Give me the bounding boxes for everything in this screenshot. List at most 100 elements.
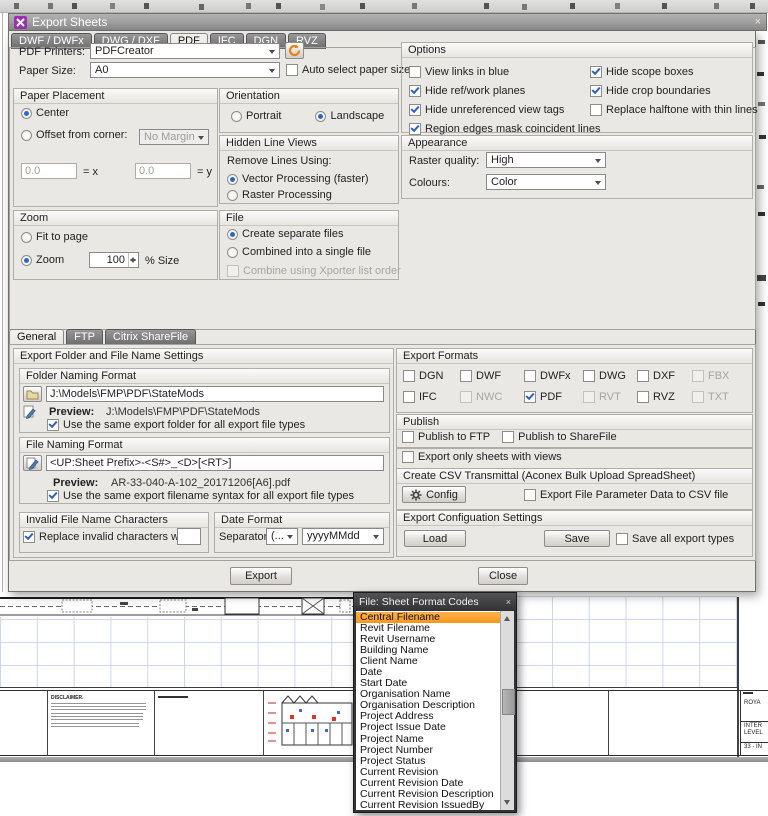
format-checkbox[interactable]: NWC bbox=[460, 391, 524, 403]
scrollbar-thumb[interactable] bbox=[502, 689, 515, 715]
popup-close-icon[interactable]: × bbox=[506, 597, 511, 607]
format-checkbox[interactable]: FBX bbox=[692, 370, 736, 382]
radio-option[interactable]: Zoom bbox=[21, 254, 88, 266]
close-icon[interactable]: × bbox=[755, 16, 761, 28]
format-code-item[interactable]: Project Name bbox=[356, 734, 502, 745]
dialog-title: Export Sheets bbox=[32, 15, 107, 29]
radio-option[interactable]: Raster Processing bbox=[227, 189, 369, 201]
export-only-checkbox[interactable]: Export only sheets with views bbox=[402, 451, 562, 463]
format-code-item[interactable]: Current Revision IssuedBy bbox=[356, 800, 502, 810]
radio-label: Center bbox=[36, 107, 69, 119]
radio-option[interactable]: Vector Processing (faster) bbox=[227, 173, 369, 185]
combo-value: A0 bbox=[95, 64, 108, 76]
save-all-checkbox[interactable]: Save all export types bbox=[616, 533, 734, 545]
spin-down-icon[interactable] bbox=[129, 260, 138, 267]
separator-combo[interactable]: (... bbox=[266, 528, 298, 545]
format-checkbox[interactable]: RVT bbox=[583, 391, 637, 403]
format-code-item[interactable]: Central Filename bbox=[356, 612, 502, 623]
scroll-down-icon[interactable] bbox=[501, 799, 514, 810]
format-code-item[interactable]: Start Date bbox=[356, 678, 502, 689]
radio-label: Offset from corner: bbox=[36, 129, 128, 141]
hidden-line-radios: Vector Processing (faster) Raster Process… bbox=[227, 173, 369, 201]
format-code-item[interactable]: Building Name bbox=[356, 645, 502, 656]
format-checkbox[interactable]: TXT bbox=[692, 391, 736, 403]
format-code-item[interactable]: Organisation Description bbox=[356, 700, 502, 711]
format-code-item[interactable]: Project Number bbox=[356, 745, 502, 756]
radio-option[interactable]: Fit to page bbox=[21, 231, 88, 243]
settings-tab[interactable]: General bbox=[9, 329, 64, 345]
format-checkbox[interactable]: DGN bbox=[403, 370, 460, 382]
checkbox-box bbox=[227, 265, 239, 277]
combo-value: yyyyMMdd bbox=[307, 530, 360, 542]
settings-tab[interactable]: FTP bbox=[66, 329, 103, 345]
format-code-item[interactable]: Date bbox=[356, 667, 502, 678]
radio-option[interactable]: Landscape bbox=[315, 110, 384, 122]
option-checkbox[interactable]: Hide crop boundaries bbox=[590, 85, 758, 97]
csv-param-checkbox[interactable]: Export File Parameter Data to CSV file bbox=[524, 489, 728, 501]
pdf-printer-combo[interactable]: PDFCreator bbox=[90, 43, 280, 59]
raster-quality-combo[interactable]: High bbox=[486, 152, 606, 168]
format-code-item[interactable]: Client Name bbox=[356, 656, 502, 667]
format-code-item[interactable]: Project Status bbox=[356, 756, 502, 767]
format-checkbox[interactable]: DWG bbox=[583, 370, 637, 382]
format-checkbox[interactable]: DXF bbox=[637, 370, 692, 382]
same-folder-checkbox[interactable]: Use the same export folder for all expor… bbox=[47, 419, 305, 431]
radio-option[interactable]: Combined into a single file bbox=[227, 246, 371, 258]
format-code-item[interactable]: Organisation Name bbox=[356, 689, 502, 700]
spinner-arrows[interactable] bbox=[128, 253, 138, 267]
settings-tab[interactable]: Citrix ShareFile bbox=[105, 329, 196, 345]
replacement-char-input[interactable] bbox=[177, 528, 201, 545]
browse-folder-button[interactable] bbox=[23, 386, 42, 402]
auto-select-paper-checkbox[interactable]: Auto select paper size bbox=[286, 64, 410, 76]
scroll-up-icon[interactable] bbox=[501, 611, 514, 622]
settings-tab-strip: GeneralFTPCitrix ShareFile bbox=[9, 329, 196, 345]
format-checkbox[interactable]: DWFx bbox=[524, 370, 583, 382]
replace-invalid-checkbox[interactable]: Replace invalid characters with: bbox=[23, 531, 194, 543]
group-title: Folder Naming Format bbox=[20, 369, 389, 384]
option-checkbox[interactable]: Hide ref/work planes bbox=[409, 85, 590, 97]
config-button[interactable]: Config bbox=[402, 486, 466, 503]
close-button[interactable]: Close bbox=[478, 567, 528, 585]
dialog-titlebar[interactable]: Export Sheets × bbox=[8, 13, 767, 31]
save-button[interactable]: Save bbox=[544, 530, 610, 547]
titleblock-divider bbox=[263, 691, 264, 755]
format-checkbox[interactable]: RVZ bbox=[637, 391, 692, 403]
format-code-item[interactable]: Project Address bbox=[356, 711, 502, 722]
load-button[interactable]: Load bbox=[404, 530, 466, 547]
format-code-item[interactable]: Revit Filename bbox=[356, 623, 502, 634]
option-checkbox[interactable]: Hide unreferenced view tags bbox=[409, 104, 590, 116]
colours-combo[interactable]: Color bbox=[486, 174, 606, 190]
option-checkbox[interactable]: Region edges mask coincident lines bbox=[409, 123, 590, 135]
combo-value: PDFCreator bbox=[95, 45, 154, 57]
format-code-item[interactable]: Revit Username bbox=[356, 634, 502, 645]
format-code-item[interactable]: Current Revision Date bbox=[356, 778, 502, 789]
radio-option[interactable]: Portrait bbox=[231, 110, 281, 122]
popup-scrollbar[interactable] bbox=[500, 611, 514, 810]
format-code-item[interactable]: Current Revision bbox=[356, 767, 502, 778]
radio-option[interactable]: Create separate files bbox=[227, 228, 371, 240]
radio-option[interactable]: Center bbox=[21, 107, 128, 119]
option-checkbox[interactable]: Replace halftone with thin lines bbox=[590, 104, 758, 116]
option-checkbox[interactable]: View links in blue bbox=[409, 66, 590, 78]
date-pattern-combo[interactable]: yyyyMMdd bbox=[302, 528, 384, 545]
filename-syntax-input[interactable]: <UP:Sheet Prefix>-<S#>_<D>[<RT>] bbox=[46, 455, 384, 471]
format-checkbox[interactable]: DWF bbox=[460, 370, 524, 382]
format-checkbox[interactable]: IFC bbox=[403, 391, 460, 403]
export-button[interactable]: Export bbox=[230, 567, 292, 585]
zoom-percent-stepper[interactable]: 100 bbox=[89, 252, 139, 268]
format-code-item[interactable]: Project Issue Date bbox=[356, 722, 502, 733]
option-checkbox[interactable]: Hide scope boxes bbox=[590, 66, 758, 78]
format-checkbox[interactable]: PDF bbox=[524, 391, 583, 403]
publish-checkbox[interactable]: Publish to ShareFile bbox=[502, 431, 616, 443]
popup-titlebar[interactable]: File: Sheet Format Codes × bbox=[354, 593, 516, 610]
edit-syntax-button[interactable] bbox=[23, 455, 42, 471]
format-code-item[interactable]: Current Revision Description bbox=[356, 789, 502, 800]
folder-path-input[interactable]: J:\Models\FMP\PDF\StateMods bbox=[46, 386, 384, 402]
refresh-printers-button[interactable] bbox=[285, 42, 304, 59]
publish-checkbox[interactable]: Publish to FTP bbox=[402, 431, 490, 443]
same-syntax-checkbox[interactable]: Use the same export filename syntax for … bbox=[47, 490, 354, 502]
checkbox-box bbox=[590, 66, 602, 78]
paper-size-combo[interactable]: A0 bbox=[90, 62, 280, 78]
radio-option[interactable]: Offset from corner: bbox=[21, 129, 128, 141]
paper-placement-radios: Center Offset from corner: bbox=[21, 107, 128, 141]
